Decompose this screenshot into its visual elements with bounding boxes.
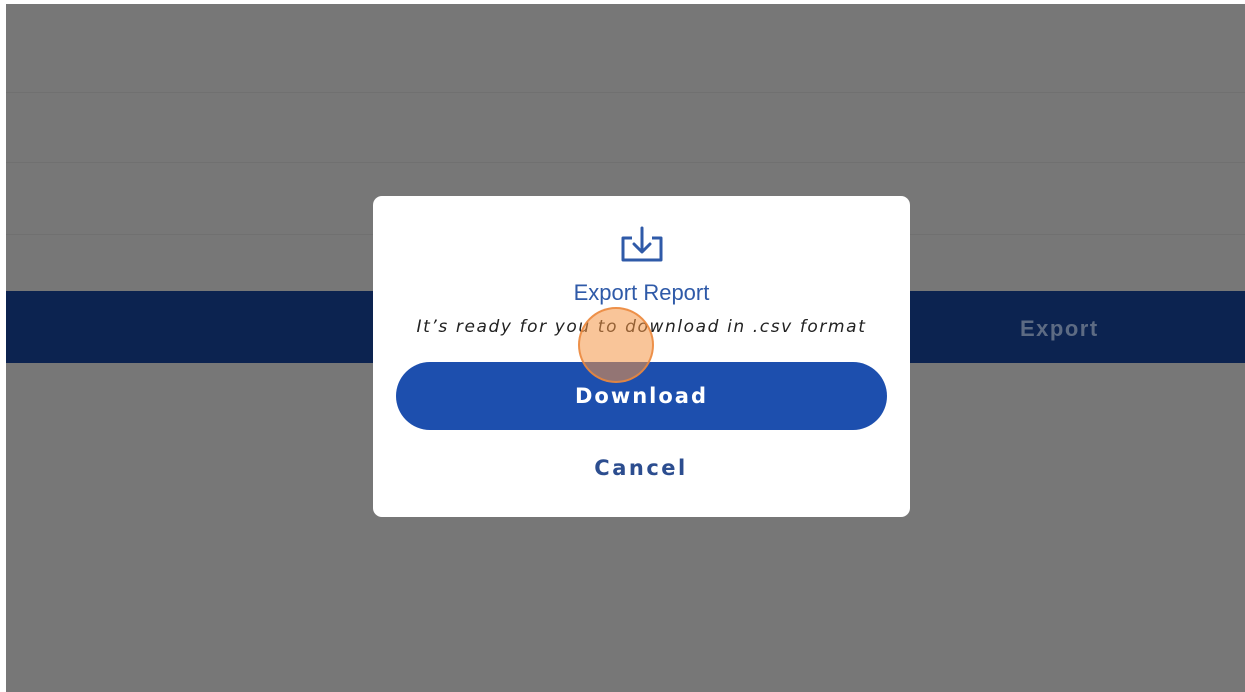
dialog-title: Export Report: [573, 280, 710, 305]
cancel-button[interactable]: Cancel: [541, 448, 741, 488]
download-tray-icon: [620, 226, 664, 264]
export-report-dialog: Export Report It’s ready for you to down…: [373, 196, 910, 517]
dialog-subtitle: It’s ready for you to download in .csv f…: [416, 317, 867, 337]
background-row-divider: [6, 92, 1245, 93]
download-button[interactable]: Download: [396, 362, 887, 430]
export-bar-label: Export: [1020, 316, 1099, 341]
background-row-divider: [6, 162, 1245, 163]
